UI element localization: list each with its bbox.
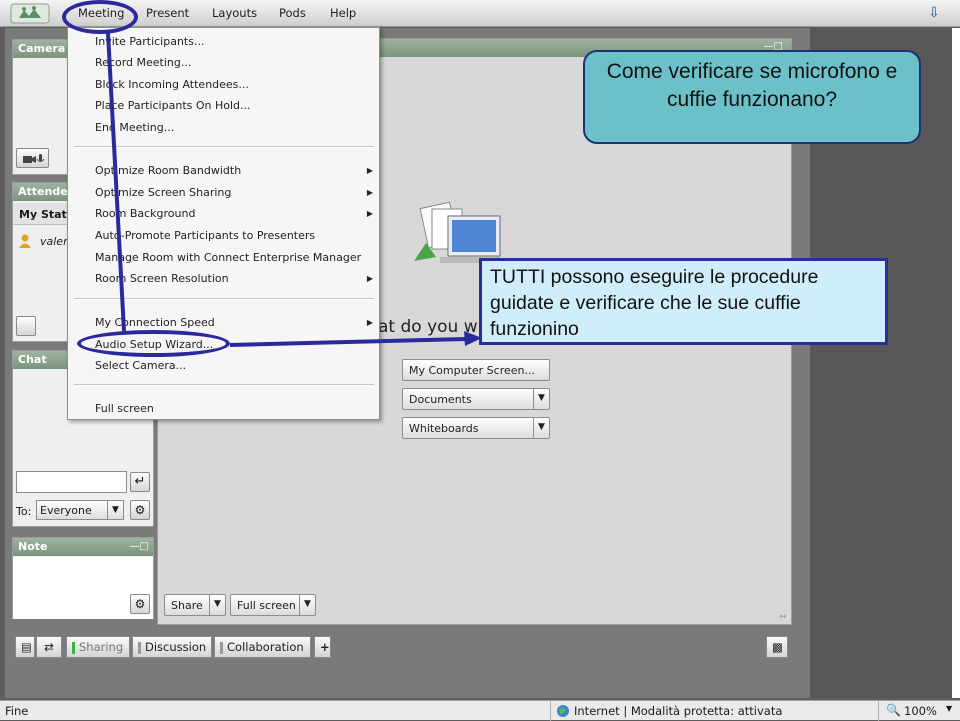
zoom-magnifier-icon: 🔍 — [886, 703, 901, 717]
browser-status-bar: Fine Internet | Modalità protetta: attiv… — [0, 700, 960, 721]
zoom-level[interactable]: 100% — [904, 704, 937, 718]
security-zone-text[interactable]: Internet | Modalità protetta: attivata — [574, 704, 782, 718]
globe-icon — [556, 704, 570, 718]
pointer-arrow-line — [229, 337, 467, 347]
status-text: Fine — [5, 704, 29, 718]
zoom-chevron-down-icon[interactable]: ▼ — [946, 704, 952, 713]
connector-line — [106, 32, 126, 332]
answer-callout: TUTTI possono eseguire le procedure guid… — [479, 258, 888, 345]
status-divider — [550, 701, 551, 721]
question-callout: Come verificare se microfono e cuffie fu… — [583, 50, 921, 144]
status-divider — [878, 701, 879, 721]
